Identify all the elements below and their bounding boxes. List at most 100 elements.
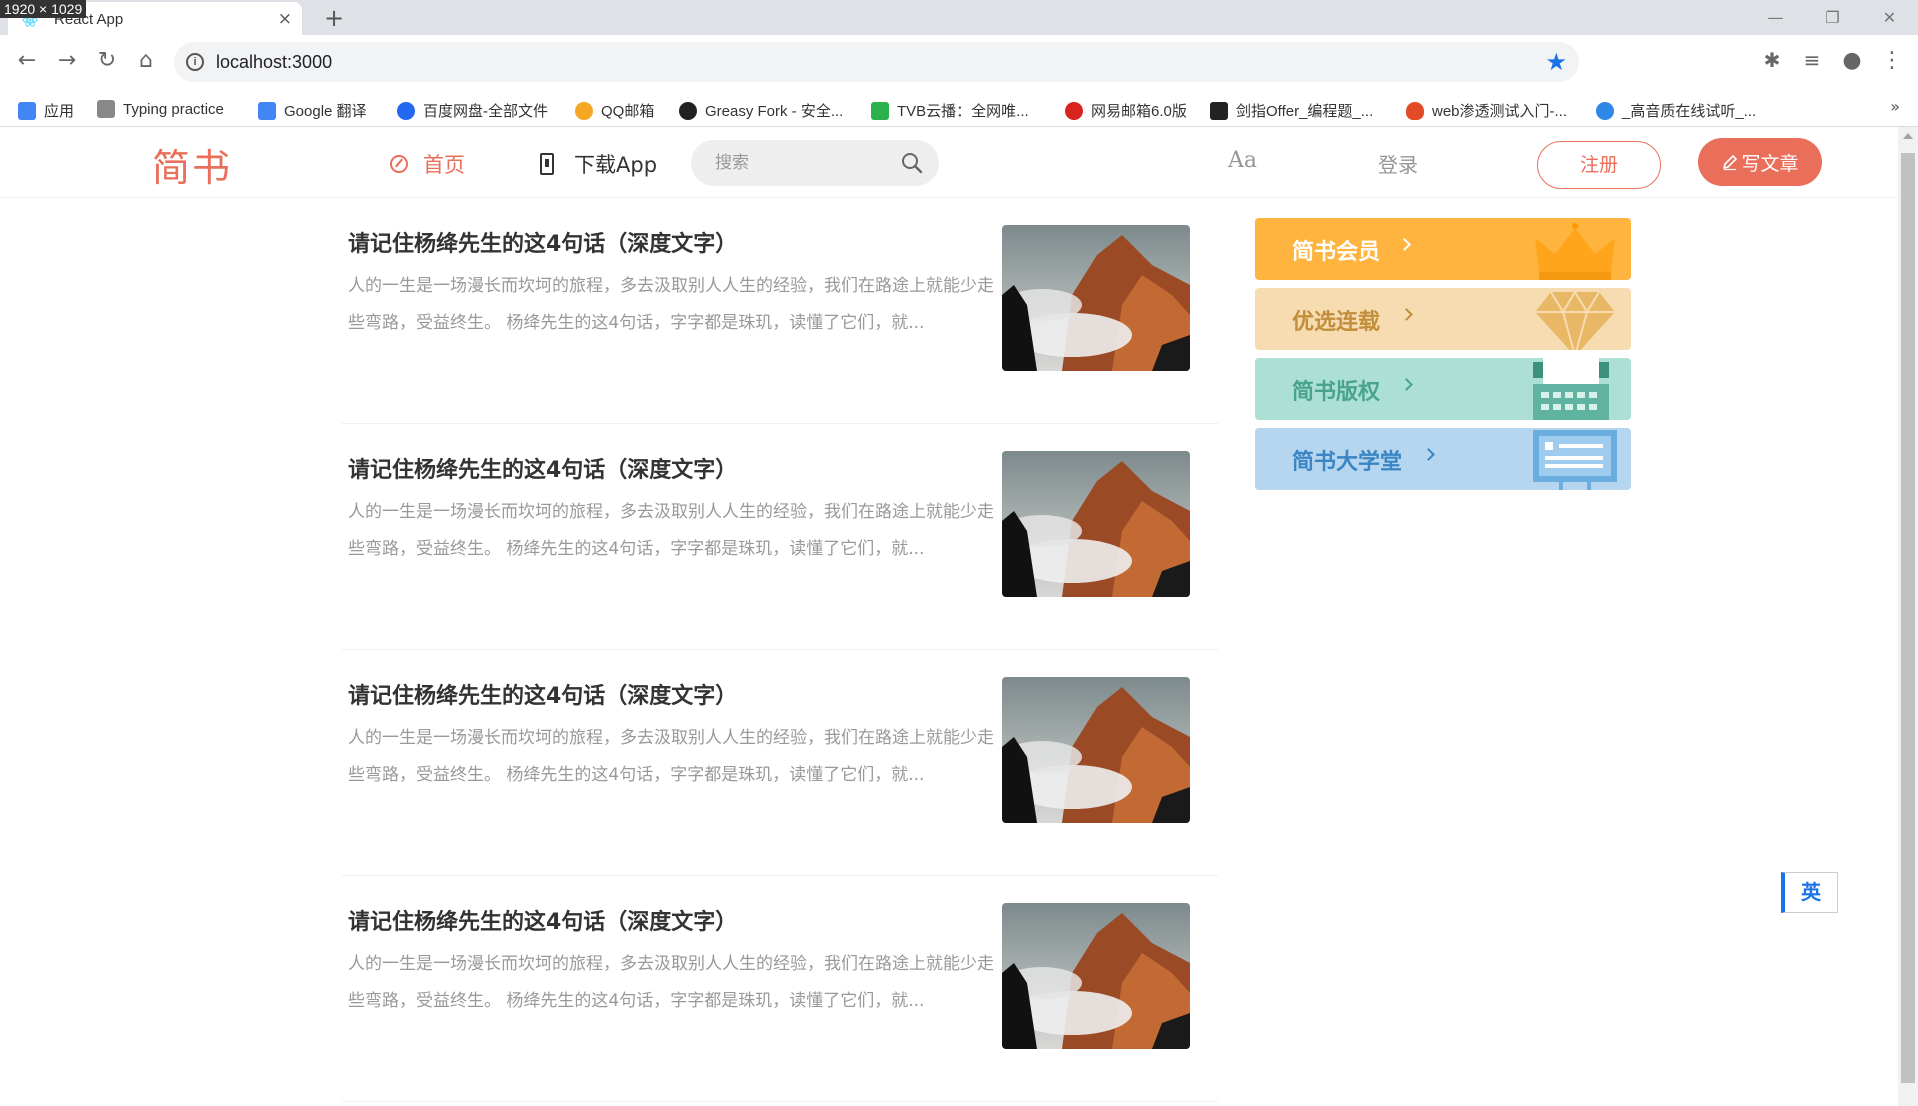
address-bar[interactable]: i localhost:3000 ★ [174,42,1579,82]
font-toggle-button[interactable]: Aa [1228,148,1257,173]
adblock-icon[interactable]: ABP [1641,52,1663,74]
bookmark-item[interactable]: 应用 [18,100,74,121]
chevron-right-icon [1422,448,1435,461]
netease-mail-icon [1065,101,1083,120]
apps-icon [18,101,36,120]
tvb-cloud-icon [871,101,889,120]
bookmark-item[interactable]: 百度网盘-全部文件 [397,100,548,121]
chevron-right-icon [1400,308,1413,321]
screen-icon [1533,430,1617,490]
jianshu-logo[interactable]: 简书 [152,137,232,192]
bookmark-item[interactable]: QQ邮箱 [575,100,654,121]
nav-home[interactable]: 首页 [390,149,465,179]
home-icon[interactable]: ⌂ [131,48,161,73]
article-title[interactable]: 请记住杨绛先生的这4句话（深度文字） [348,226,737,258]
bookmark-item[interactable]: 剑指Offer_编程题_... [1210,100,1373,121]
bookmark-item[interactable]: _高音质在线试听_... [1596,100,1756,121]
mountain-photo [1002,451,1190,597]
minimize-button[interactable]: — [1747,0,1804,35]
board-university[interactable]: 简书大学堂 [1255,428,1631,490]
scroll-up-icon[interactable] [1903,133,1913,139]
nav-app-label: 下载App [574,153,658,177]
article-thumbnail[interactable] [1002,451,1190,597]
bookmark-item[interactable]: TVB云播：全网唯... [871,100,1029,121]
write-article-button[interactable]: 写文章 [1698,138,1822,186]
search-icon[interactable] [901,152,923,174]
article-abstract: 人的一生是一场漫长而坎坷的旅程，多去汲取别人人生的经验，我们在路途上就能少走些弯… [348,276,994,333]
menu-kebab-icon[interactable]: ⋮ [1877,48,1907,73]
board-serial[interactable]: 优选连载 [1255,288,1631,350]
tab-close-icon[interactable]: × [278,9,292,29]
ime-indicator[interactable]: 英 [1781,872,1838,913]
google-translate-icon [258,101,276,120]
qq-mail-icon [575,101,593,120]
chevron-right-icon [1398,238,1411,251]
mountain-photo [1002,677,1190,823]
close-window-button[interactable]: ✕ [1861,0,1918,35]
board-membership[interactable]: 简书会员 [1255,218,1631,280]
new-tab-button[interactable]: + [324,4,344,32]
site-info-icon[interactable]: i [186,53,204,71]
article-abstract: 人的一生是一场漫长而坎坷的旅程，多去汲取别人人生的经验，我们在路途上就能少走些弯… [348,728,994,785]
article-thumbnail[interactable] [1002,903,1190,1049]
article-list-item[interactable]: 请记住杨绛先生的这4句话（深度文字） 人的一生是一场漫长而坎坷的旅程，多去汲取别… [342,650,1218,876]
bookmark-item[interactable]: 网易邮箱6.0版 [1065,100,1187,121]
greasy-fork-icon [679,101,697,120]
page-icon [97,100,115,118]
bookmarks-overflow-icon[interactable]: » [1890,97,1900,116]
extension-red-icon[interactable]: ●● [1721,52,1743,74]
extension-dots-icon[interactable]: ••• [1681,52,1703,74]
kugou-icon [1596,101,1614,120]
article-thumbnail[interactable] [1002,225,1190,371]
bookmark-star-icon[interactable]: ★ [1545,48,1567,76]
article-abstract: 人的一生是一场漫长而坎坷的旅程，多去汲取别人人生的经验，我们在路途上就能少走些弯… [348,502,994,559]
article-title[interactable]: 请记住杨绛先生的这4句话（深度文字） [348,452,737,484]
register-button[interactable]: 注册 [1537,141,1661,189]
scrollbar-thumb[interactable] [1901,153,1915,1083]
phone-download-icon [540,153,554,175]
login-link[interactable]: 登录 [1378,149,1418,178]
article-list-item[interactable]: 请记住杨绛先生的这4句话（深度文字） 人的一生是一场漫长而坎坷的旅程，多去汲取别… [342,876,1218,1102]
search-box [691,140,939,186]
jianshu-page: 简书 首页 下载App Aa 登录 注册 写文章 请记住杨绛先 [0,127,1898,1106]
extensions-puzzle-icon[interactable]: ✱ [1757,48,1787,72]
crown-icon [1535,223,1615,280]
nav-download-app[interactable]: 下载App [540,149,657,179]
reload-icon[interactable]: ↻ [92,48,122,73]
ublock-icon[interactable]: uO [1602,52,1624,74]
page-scrollbar[interactable] [1898,127,1918,1106]
flame-icon [1406,101,1424,120]
media-control-icon[interactable]: ≡ [1797,48,1827,72]
board-label: 优选连载 [1292,310,1381,335]
article-thumbnail[interactable] [1002,677,1190,823]
chevron-right-icon [1400,378,1413,391]
baidu-pan-icon [397,101,415,120]
article-abstract: 人的一生是一场漫长而坎坷的旅程，多去汲取别人人生的经验，我们在路途上就能少走些弯… [348,954,994,1011]
diamond-icon [1535,290,1615,350]
board-copyright[interactable]: 简书版权 [1255,358,1631,420]
search-input[interactable] [715,151,885,175]
bookmark-item[interactable]: web渗透测试入门-... [1406,100,1567,121]
bookmark-item[interactable]: Typing practice [97,100,224,118]
board-label: 简书会员 [1292,240,1381,265]
window-controls: — ❐ ✕ [1747,0,1918,35]
nav-home-label: 首页 [423,153,465,177]
article-list-item[interactable]: 请记住杨绛先生的这4句话（深度文字） 人的一生是一场漫长而坎坷的旅程，多去汲取别… [342,424,1218,650]
dimension-overlay: 1920 × 1029 [0,0,87,18]
browser-tabbar: React App × 1920 × 1029 + — ❐ ✕ [0,0,1918,35]
mountain-photo [1002,225,1190,371]
compass-icon [390,155,408,173]
bookmarks-bar: 应用 Typing practice Google 翻译 百度网盘-全部文件 Q… [0,91,1918,127]
pen-icon [1723,155,1738,171]
forward-icon[interactable]: → [52,48,82,73]
restore-button[interactable]: ❐ [1804,0,1861,35]
article-title[interactable]: 请记住杨绛先生的这4句话（深度文字） [348,904,737,936]
nowcoder-icon [1210,101,1228,120]
article-title[interactable]: 请记住杨绛先生的这4句话（深度文字） [348,678,737,710]
url-text[interactable]: localhost:3000 [216,52,332,73]
bookmark-item[interactable]: Greasy Fork - 安全... [679,100,843,121]
article-list-item[interactable]: 请记住杨绛先生的这4句话（深度文字） 人的一生是一场漫长而坎坷的旅程，多去汲取别… [342,198,1218,424]
back-icon[interactable]: ← [12,48,42,73]
profile-icon[interactable]: ● [1837,48,1867,73]
bookmark-item[interactable]: Google 翻译 [258,100,367,121]
